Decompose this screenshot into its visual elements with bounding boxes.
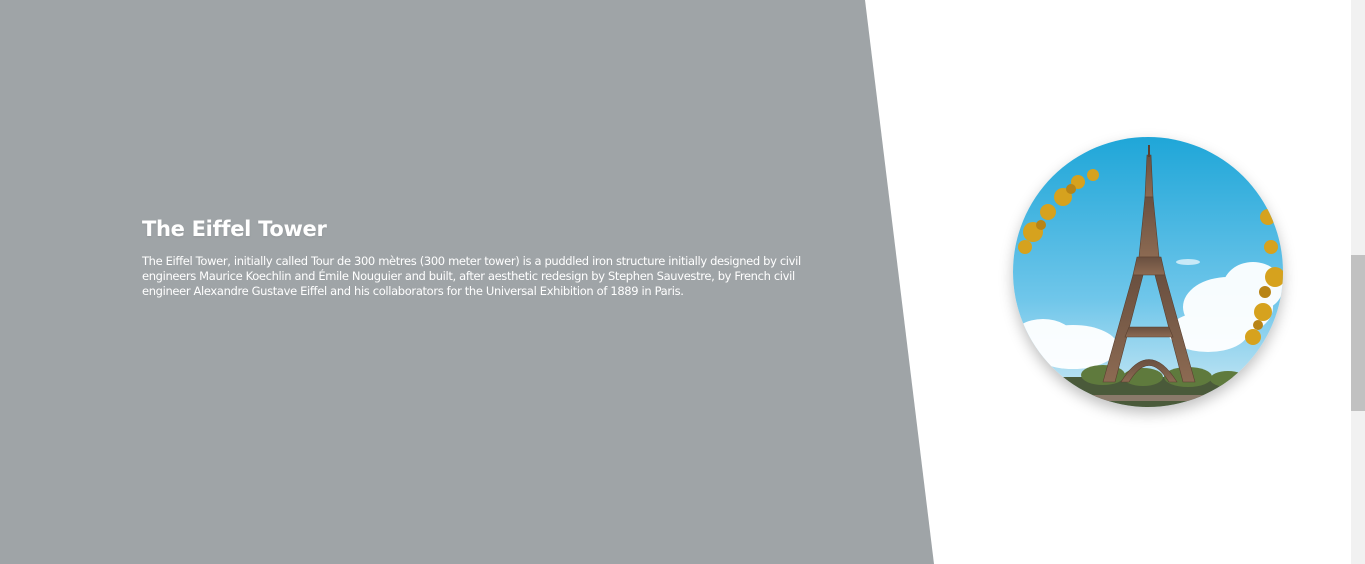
page: The Eiffel Tower The Eiffel Tower, initi… [0,0,1365,564]
scrollbar-track[interactable] [1351,0,1365,564]
eiffel-tower-photo [1013,137,1283,407]
text-section: The Eiffel Tower The Eiffel Tower, initi… [142,214,802,299]
eiffel-tower-illustration [1013,137,1283,407]
section-title: The Eiffel Tower [142,217,327,241]
section-description: The Eiffel Tower, initially called Tour … [142,254,801,298]
scrollbar-thumb[interactable] [1351,255,1365,411]
